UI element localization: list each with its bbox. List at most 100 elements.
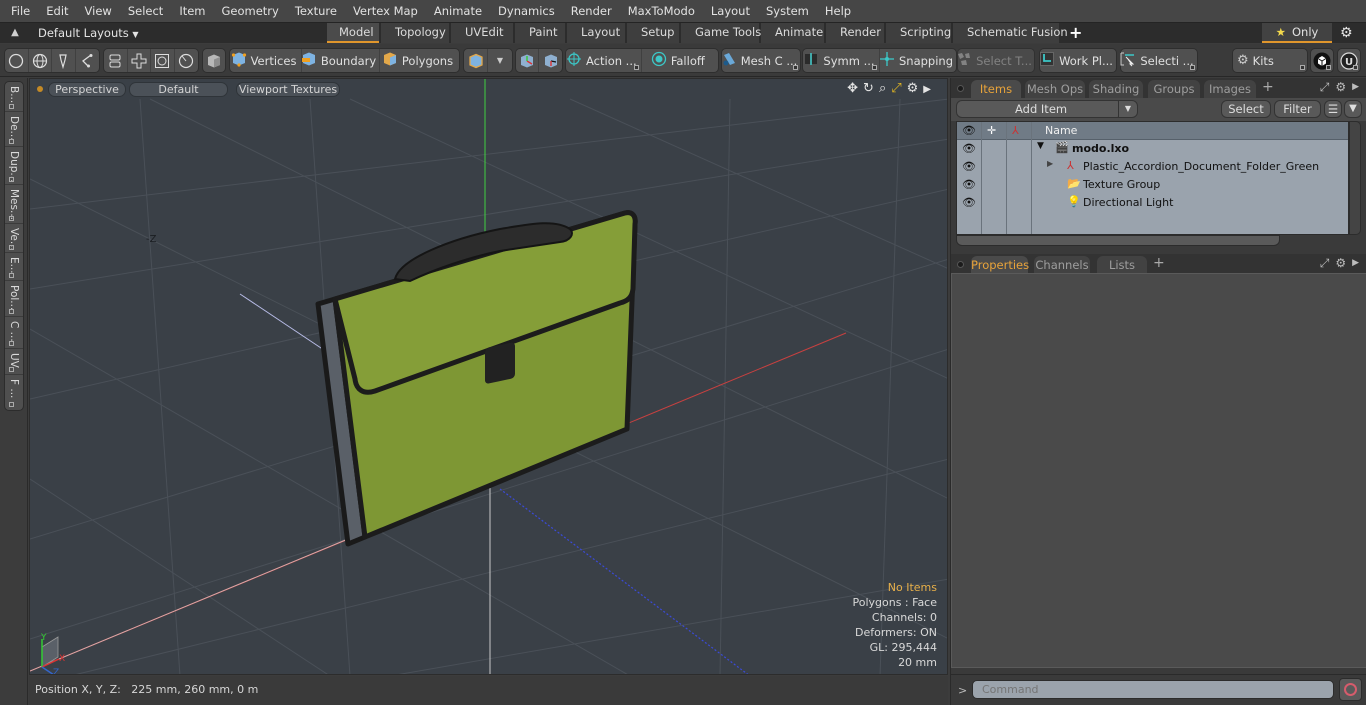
tab-groups[interactable]: Groups: [1148, 80, 1200, 98]
gear-icon[interactable]: ⚙: [1335, 256, 1346, 271]
unity-icon[interactable]: [1311, 49, 1333, 72]
menu-item[interactable]: Item: [171, 0, 213, 22]
tab-topology[interactable]: Topology: [381, 23, 449, 43]
tab-lists[interactable]: Lists: [1097, 256, 1147, 274]
menu-system[interactable]: System: [758, 0, 817, 22]
expand-right-icon[interactable]: ▶: [1352, 80, 1359, 95]
boundary-button[interactable]: Boundary: [301, 49, 380, 72]
collapse-up-icon[interactable]: ▲: [9, 27, 21, 39]
tab-schematic-fusion[interactable]: Schematic Fusion: [953, 23, 1068, 43]
viewport-options-dot[interactable]: [37, 86, 43, 92]
action-center-button[interactable]: Action ...: [566, 49, 642, 72]
menu-select[interactable]: Select: [120, 0, 171, 22]
vtab-edge[interactable]: E...: [5, 253, 23, 281]
menu-geometry[interactable]: Geometry: [214, 0, 287, 22]
visibility-column-eye-icon[interactable]: 👁: [962, 124, 976, 137]
menu-render[interactable]: Render: [563, 0, 620, 22]
tab-shading[interactable]: Shading: [1089, 80, 1143, 98]
menu-dynamics[interactable]: Dynamics: [490, 0, 563, 22]
vtab-basic[interactable]: B...: [5, 82, 23, 112]
layout-select[interactable]: Default Layouts ▼: [38, 23, 139, 45]
sketch-tool-icon[interactable]: [76, 49, 99, 72]
name-column-header[interactable]: Name: [1045, 124, 1077, 137]
tab-items[interactable]: Items: [971, 80, 1021, 98]
world-axis-icon[interactable]: [516, 49, 540, 72]
panel-options-dot[interactable]: [957, 261, 964, 268]
visibility-eye-icon[interactable]: 👁: [962, 142, 976, 155]
snapping-button[interactable]: Snapping: [879, 49, 956, 72]
vertices-button[interactable]: Vertices: [230, 49, 302, 72]
funnel-filter-icon[interactable]: ▼: [1344, 100, 1362, 118]
cross-tool-icon[interactable]: [128, 49, 151, 72]
folder-model[interactable]: [315, 210, 638, 547]
tab-render[interactable]: Render: [826, 23, 884, 43]
item-mode-icon[interactable]: [464, 49, 488, 72]
items-tree[interactable]: 👁 ✛ ⅄ Name 👁 ▼ 🎬 modo.lxo 👁 ▶ ⅄ Plastic_…: [956, 121, 1349, 235]
vtab-vertex[interactable]: Ve...: [5, 224, 23, 253]
gear-icon[interactable]: ⚙: [1340, 24, 1353, 42]
menu-animate[interactable]: Animate: [426, 0, 490, 22]
menu-texture[interactable]: Texture: [287, 0, 345, 22]
falloff-button[interactable]: Falloff: [642, 49, 718, 72]
viewport-textures-button[interactable]: Viewport Textures: [236, 82, 340, 97]
viewport-canvas[interactable]: Y X Z: [30, 79, 948, 675]
menu-help[interactable]: Help: [817, 0, 859, 22]
view-mode-button[interactable]: Perspective: [48, 82, 126, 97]
shading-mode-button[interactable]: Default: [129, 82, 228, 97]
items-horizontal-scrollbar[interactable]: [956, 235, 1280, 246]
gear-icon[interactable]: ⚙: [1335, 80, 1346, 95]
filter-button[interactable]: Filter: [1274, 100, 1321, 118]
visibility-eye-icon[interactable]: 👁: [962, 160, 976, 173]
work-plane-button[interactable]: Work Pl...: [1040, 49, 1116, 72]
maximize-icon[interactable]: ⤢: [1320, 256, 1330, 271]
collapse-triangle-icon[interactable]: ▼: [1037, 141, 1044, 151]
select-button[interactable]: Select: [1221, 100, 1271, 118]
expand-right-icon[interactable]: ▶: [923, 81, 931, 98]
panel-options-dot[interactable]: [957, 85, 964, 92]
visibility-eye-icon[interactable]: 👁: [962, 196, 976, 209]
pan-icon[interactable]: ✥: [847, 81, 858, 98]
only-button[interactable]: ★ Only: [1262, 23, 1332, 43]
list-options-icon[interactable]: ☰: [1324, 100, 1342, 118]
expand-triangle-icon[interactable]: ▶: [1047, 159, 1053, 168]
circle-tool-icon[interactable]: [5, 49, 29, 72]
maximize-icon[interactable]: ⤢: [891, 81, 901, 98]
maximize-icon[interactable]: ⤢: [1320, 80, 1330, 95]
vtab-curve[interactable]: C ...: [5, 317, 23, 349]
pen-tool-icon[interactable]: [52, 49, 76, 72]
add-tab-button[interactable]: +: [1262, 79, 1274, 95]
menu-edit[interactable]: Edit: [38, 0, 76, 22]
local-axis-icon[interactable]: [539, 49, 562, 72]
polygons-button[interactable]: Polygons: [380, 49, 459, 72]
vtab-fusion[interactable]: F ...: [5, 375, 23, 409]
add-tab-button[interactable]: +: [1061, 23, 1090, 44]
tree-row-scene[interactable]: 👁 ▼ 🎬 modo.lxo: [957, 140, 1348, 158]
menu-layout[interactable]: Layout: [703, 0, 758, 22]
tab-game-tools[interactable]: Game Tools: [681, 23, 761, 43]
menu-view[interactable]: View: [77, 0, 120, 22]
rotate-icon[interactable]: ↻: [863, 81, 874, 98]
inset-tool-icon[interactable]: [151, 49, 175, 72]
cube-solid-icon[interactable]: [203, 49, 225, 72]
selection-sets-button[interactable]: Selecti ...: [1120, 49, 1197, 72]
tree-row-texture-group[interactable]: 👁 📂 Texture Group: [957, 176, 1348, 194]
add-item-button[interactable]: Add Item: [956, 100, 1123, 118]
tab-setup[interactable]: Setup: [627, 23, 679, 43]
vtab-duplicate[interactable]: Dup...: [5, 147, 23, 185]
tree-row-directional-light[interactable]: 👁 💡 Directional Light: [957, 194, 1348, 212]
tab-scripting[interactable]: Scripting: [886, 23, 951, 43]
tab-mesh-ops[interactable]: Mesh Ops: [1025, 80, 1085, 98]
vtab-mesh[interactable]: Mes...: [5, 185, 23, 224]
tab-layout[interactable]: Layout: [567, 23, 625, 43]
kits-button[interactable]: ⚙ Kits: [1233, 49, 1307, 72]
tab-images[interactable]: Images: [1204, 80, 1256, 98]
vtab-uv[interactable]: UV: [5, 349, 23, 375]
bridge-tool-icon[interactable]: [104, 49, 128, 72]
radial-tool-icon[interactable]: [175, 49, 198, 72]
tab-uvedit[interactable]: UVEdit: [451, 23, 513, 43]
locator-column-icon[interactable]: ⅄: [1012, 124, 1019, 137]
record-macro-button[interactable]: [1339, 678, 1362, 701]
3d-viewport[interactable]: Y X Z -Z Perspective Default Viewport Te…: [29, 78, 948, 675]
command-input[interactable]: [972, 680, 1334, 699]
add-item-dropdown[interactable]: ▼: [1118, 100, 1138, 118]
